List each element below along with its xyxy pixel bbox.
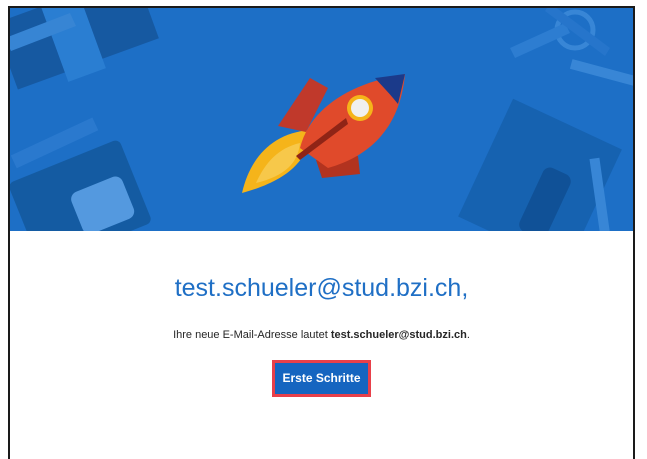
message-prefix: Ihre neue E-Mail-Adresse lautet [173,329,331,341]
message-suffix: . [466,329,470,341]
email-card: test.schueler@stud.bzi.ch, Ihre neue E-M… [8,6,635,459]
rocket-icon [242,74,405,193]
greeting-heading: test.schueler@stud.bzi.ch, [174,274,469,302]
new-email-address: test.schueler@stud.bzi.ch [330,329,467,341]
new-address-text: Ihre neue E-Mail-Adresse lautet test.sch… [10,327,633,343]
get-started-button[interactable]: Erste Schritte [275,363,368,394]
message-area: test.schueler@stud.bzi.ch, Ihre neue E-M… [10,231,633,397]
rocket-illustration [10,8,633,231]
cta-highlight: Erste Schritte [272,360,371,397]
hero-banner [10,8,633,231]
